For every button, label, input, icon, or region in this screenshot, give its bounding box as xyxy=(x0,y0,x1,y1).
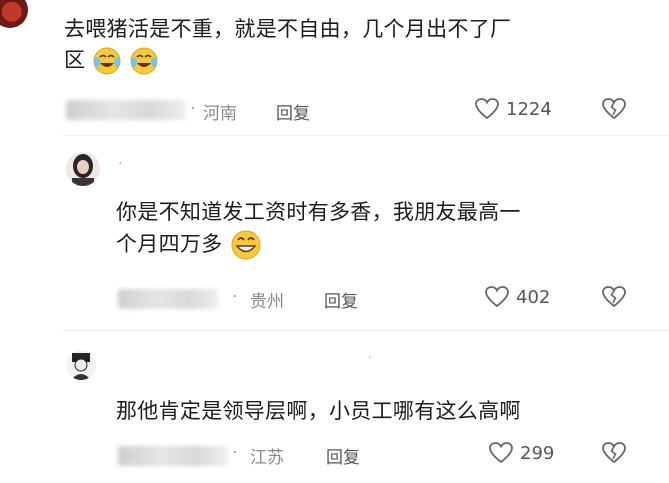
like-button[interactable]: 402 xyxy=(484,285,550,309)
like-count: 299 xyxy=(520,442,555,464)
avatar[interactable] xyxy=(66,350,96,380)
like-button[interactable]: 299 xyxy=(488,441,554,465)
blurred-username xyxy=(118,446,228,466)
reply-button[interactable]: 回复 xyxy=(324,287,358,312)
comment-text: 去喂猪活是不重，就是不自由，几个月出不了厂 区 xyxy=(64,14,511,76)
divider xyxy=(62,330,669,331)
blurred-username xyxy=(66,100,186,120)
laughing-crying-emoji-icon xyxy=(93,47,121,75)
comment-line: 那他肯定是领导层啊，小员工哪有这么高啊 xyxy=(116,399,521,423)
comment-text: 那他肯定是领导层啊，小员工哪有这么高啊 xyxy=(116,396,521,427)
location-label: 江苏 xyxy=(250,448,284,468)
comment-line: 你是不知道发工资时有多香，我朋友最高一 xyxy=(116,200,521,224)
avatar-photo xyxy=(72,154,94,186)
avatar[interactable] xyxy=(0,0,28,28)
avatar-photo xyxy=(71,353,91,380)
comment-line: 个月四万多 xyxy=(116,232,223,256)
divider xyxy=(62,135,669,136)
separator-dot: · xyxy=(232,443,238,463)
like-button[interactable]: 1224 xyxy=(474,97,552,121)
broken-heart-icon[interactable] xyxy=(600,284,628,310)
reply-button[interactable]: 回复 xyxy=(276,99,310,124)
comment-text: 你是不知道发工资时有多香，我朋友最高一 个月四万多 xyxy=(116,197,521,262)
blurred-username-fragment: . xyxy=(118,152,123,168)
broken-heart-icon[interactable] xyxy=(600,96,628,122)
heart-outline-icon xyxy=(475,98,499,120)
blurred-username xyxy=(118,289,218,309)
avatar[interactable] xyxy=(66,152,100,186)
separator-dot: · xyxy=(190,99,196,119)
broken-heart-icon[interactable] xyxy=(600,440,628,466)
comment-line: 去喂猪活是不重，就是不自由，几个月出不了厂 xyxy=(64,17,512,41)
heart-outline-icon xyxy=(489,442,513,464)
location-label: 河南 xyxy=(203,104,237,124)
laughing-crying-emoji-icon xyxy=(130,47,158,75)
heart-outline-icon xyxy=(485,286,509,308)
comment-line: 区 xyxy=(64,48,86,72)
like-count: 402 xyxy=(516,286,551,308)
like-count: 1224 xyxy=(506,98,552,120)
blurred-username-fragment: · xyxy=(368,350,372,364)
grinning-emoji-icon xyxy=(231,230,261,260)
separator-dot: · xyxy=(232,287,238,307)
location-label: 贵州 xyxy=(250,292,284,312)
reply-button[interactable]: 回复 xyxy=(326,443,360,468)
